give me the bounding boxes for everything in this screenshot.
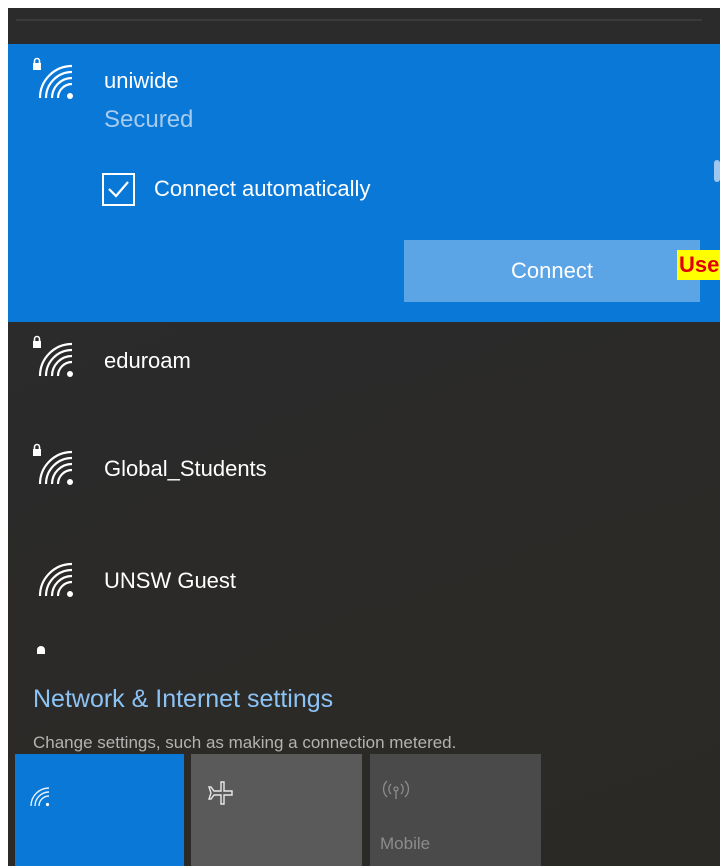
connect-automatically-checkbox[interactable] [102,173,135,206]
flyout-top-strip [8,8,720,44]
network-status: Secured [104,106,194,133]
airplane-icon [208,781,233,805]
connect-button[interactable]: Connect [404,240,700,302]
connect-automatically-label: Connect automatically [154,176,371,201]
wifi-toggle-tile[interactable] [15,754,184,866]
network-name: Global_Students [104,456,267,481]
mobile-tile-label: Mobile [380,834,431,853]
network-item-unsw-guest[interactable]: UNSW Guest [8,538,720,638]
scrollbar-thumb[interactable] [714,160,720,182]
selected-network[interactable]: uniwide Secured Connect automatically Co… [8,44,720,322]
network-settings-link[interactable]: Network & Internet settings [33,684,333,714]
wifi-icon [30,787,50,807]
wifi-secured-icon [33,335,73,377]
wifi-secured-icon [33,57,73,99]
network-name: uniwide [104,68,179,93]
network-item-global-students[interactable]: Global_Students [8,430,720,530]
wifi-secured-icon [33,443,73,485]
divider [16,19,702,21]
mobile-hotspot-icon [382,780,410,799]
network-name: UNSW Guest [104,568,237,593]
annotation-label: Use [677,250,720,280]
network-item-eduroam[interactable]: eduroam [8,322,720,422]
checkmark-icon [108,181,129,198]
network-flyout: uniwide Secured Connect automatically Co… [8,8,720,866]
wifi-icon [38,562,73,597]
mobile-hotspot-tile[interactable]: Mobile [370,754,541,866]
network-name: eduroam [104,348,191,373]
lock-icon [37,646,45,654]
airplane-mode-tile[interactable] [191,754,362,866]
network-settings-description: Change settings, such as making a connec… [33,733,457,752]
